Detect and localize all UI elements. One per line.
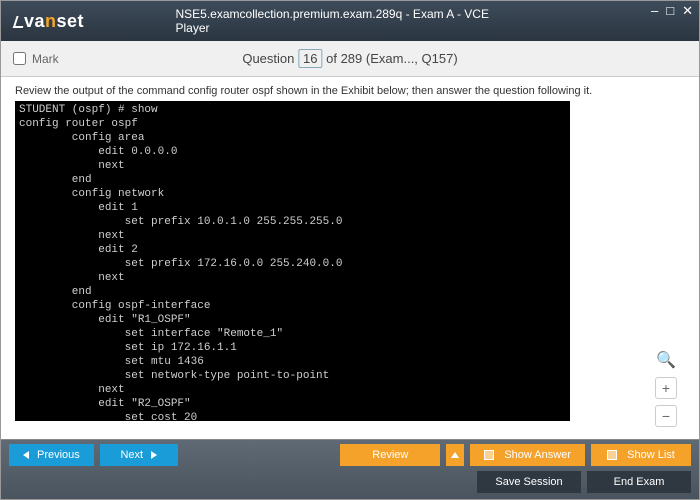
content-area: Review the output of the command config … <box>1 77 699 439</box>
terminal-exhibit: STUDENT (ospf) # show config router ospf… <box>15 101 570 421</box>
end-exam-button[interactable]: End Exam <box>587 471 691 493</box>
zoom-in-button[interactable]: + <box>655 377 677 399</box>
zoom-controls: 🔍 + − <box>655 349 677 427</box>
next-button[interactable]: Next <box>100 444 178 466</box>
chevron-up-icon <box>451 452 459 458</box>
chevron-right-icon <box>151 451 157 459</box>
next-label: Next <box>120 449 143 461</box>
window-controls: – □ ✕ <box>651 3 693 19</box>
mark-label: Mark <box>32 52 59 66</box>
review-dropdown-button[interactable] <box>446 444 464 466</box>
minimize-icon[interactable]: – <box>651 3 658 19</box>
question-total: 289 <box>341 51 363 66</box>
previous-button[interactable]: Previous <box>9 444 94 466</box>
window-title: NSE5.examcollection.premium.exam.289q - … <box>176 7 525 35</box>
mark-checkbox[interactable] <box>13 52 26 65</box>
app-logo: vanset <box>15 11 84 32</box>
question-header-bar: Mark Question 16 of 289 (Exam..., Q157) <box>1 41 699 77</box>
show-list-button[interactable]: Show List <box>591 444 691 466</box>
titlebar: vanset NSE5.examcollection.premium.exam.… <box>1 1 699 41</box>
question-number: 16 <box>298 49 322 68</box>
checkbox-icon <box>484 450 494 460</box>
save-session-button[interactable]: Save Session <box>477 471 581 493</box>
question-word: Question <box>242 51 294 66</box>
question-detail: (Exam..., Q157) <box>366 51 458 66</box>
show-list-label: Show List <box>627 449 675 461</box>
close-icon[interactable]: ✕ <box>682 3 693 19</box>
magnifier-icon[interactable]: 🔍 <box>655 349 677 371</box>
show-answer-button[interactable]: Show Answer <box>470 444 585 466</box>
mark-checkbox-wrap[interactable]: Mark <box>13 52 59 66</box>
show-answer-label: Show Answer <box>504 449 571 461</box>
review-label: Review <box>372 449 408 461</box>
zoom-out-button[interactable]: − <box>655 405 677 427</box>
chevron-left-icon <box>23 451 29 459</box>
review-button[interactable]: Review <box>340 444 440 466</box>
previous-label: Previous <box>37 449 80 461</box>
instruction-text: Review the output of the command config … <box>15 85 685 97</box>
of-word: of <box>326 51 337 66</box>
checkbox-icon <box>607 450 617 460</box>
question-indicator: Question 16 of 289 (Exam..., Q157) <box>242 51 457 66</box>
maximize-icon[interactable]: □ <box>666 3 674 19</box>
footer-bar: Previous Next Review Show Answer Show Li… <box>1 439 699 499</box>
